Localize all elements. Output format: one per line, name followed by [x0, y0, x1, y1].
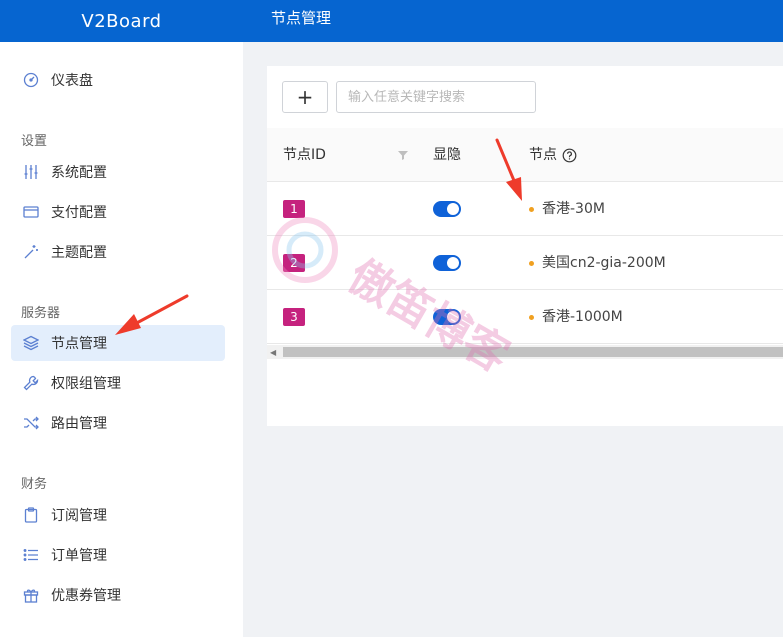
section-label-settings: 设置	[21, 134, 48, 149]
node-id-badge: 2	[283, 254, 305, 272]
table-row[interactable]: 2 美国cn2-gia-200M	[267, 236, 783, 290]
sidebar-item-system-config[interactable]: 系统配置	[11, 154, 225, 190]
table-row[interactable]: 1 香港-30M	[267, 182, 783, 236]
sidebar-item-label: 节点管理	[51, 336, 107, 352]
table-header: 节点ID 显隐 节点	[267, 128, 783, 182]
sidebar-item-label: 优惠券管理	[51, 588, 121, 604]
sidebar-item-label: 权限组管理	[51, 376, 121, 392]
magic-wand-icon	[22, 243, 40, 261]
node-table-card: + 节点ID 显隐 节点 1 香港-30M 2 美国cn2-gia-200M 3…	[267, 66, 783, 426]
sidebar-item-theme-config[interactable]: 主题配置	[11, 234, 225, 270]
credit-card-icon	[22, 203, 40, 221]
page-title: 节点管理	[271, 9, 332, 27]
search-input[interactable]	[336, 81, 536, 113]
status-dot	[529, 315, 534, 320]
add-node-button[interactable]: +	[282, 81, 328, 113]
dashboard-icon	[22, 71, 40, 89]
sidebar-item-orders[interactable]: 订单管理	[11, 537, 225, 573]
scrollbar-thumb[interactable]	[283, 347, 783, 357]
status-dot	[529, 207, 534, 212]
sidebar-item-route-management[interactable]: 路由管理	[11, 405, 225, 441]
sidebar-item-dashboard[interactable]: 仪表盘	[11, 62, 225, 98]
filter-icon[interactable]	[397, 149, 409, 161]
sidebar-item-node-management[interactable]: 节点管理	[11, 325, 225, 361]
sidebar-item-coupons[interactable]: 优惠券管理	[11, 577, 225, 613]
section-label-finance: 财务	[21, 477, 48, 492]
node-name: 美国cn2-gia-200M	[542, 255, 666, 271]
node-name: 香港-1000M	[542, 309, 623, 325]
shuffle-icon	[22, 414, 40, 432]
section-label-server: 服务器	[21, 306, 61, 321]
gift-icon	[22, 586, 40, 604]
sidebar-item-label: 订阅管理	[51, 508, 107, 524]
help-icon[interactable]	[562, 148, 577, 163]
sidebar-item-label: 仪表盘	[51, 73, 93, 89]
column-header-node: 节点	[529, 128, 577, 182]
top-bar: 节点管理	[243, 0, 783, 42]
clipboard-icon	[22, 506, 40, 524]
status-dot	[529, 261, 534, 266]
list-icon	[22, 546, 40, 564]
node-id-badge: 3	[283, 308, 305, 326]
visibility-toggle[interactable]	[433, 255, 461, 271]
sliders-icon	[22, 163, 40, 181]
wrench-icon	[22, 374, 40, 392]
scroll-left-arrow-icon[interactable]: ◀	[270, 348, 276, 357]
node-name: 香港-30M	[542, 201, 605, 217]
sidebar-item-label: 主题配置	[51, 245, 107, 261]
sidebar-item-permission-group[interactable]: 权限组管理	[11, 365, 225, 401]
brand-logo[interactable]: V2Board	[0, 0, 243, 42]
sidebar-item-payment-config[interactable]: 支付配置	[11, 194, 225, 230]
table-row[interactable]: 3 香港-1000M	[267, 290, 783, 344]
column-header-visibility: 显隐	[433, 147, 461, 163]
visibility-toggle[interactable]	[433, 309, 461, 325]
column-header-node-id[interactable]: 节点ID	[283, 128, 326, 182]
sidebar-item-subscription[interactable]: 订阅管理	[11, 497, 225, 533]
sidebar-item-label: 订单管理	[51, 548, 107, 564]
sidebar-item-label: 路由管理	[51, 416, 107, 432]
sidebar: V2Board 仪表盘 设置 系统配置 支付配置 主题配置 服务器 节点管理 权…	[0, 0, 243, 637]
layers-icon	[22, 334, 40, 352]
sidebar-item-label: 系统配置	[51, 165, 107, 181]
horizontal-scrollbar[interactable]: ◀	[267, 345, 783, 359]
node-id-badge: 1	[283, 200, 305, 218]
sidebar-item-label: 支付配置	[51, 205, 107, 221]
column-header-node-label: 节点	[529, 147, 557, 163]
visibility-toggle[interactable]	[433, 201, 461, 217]
